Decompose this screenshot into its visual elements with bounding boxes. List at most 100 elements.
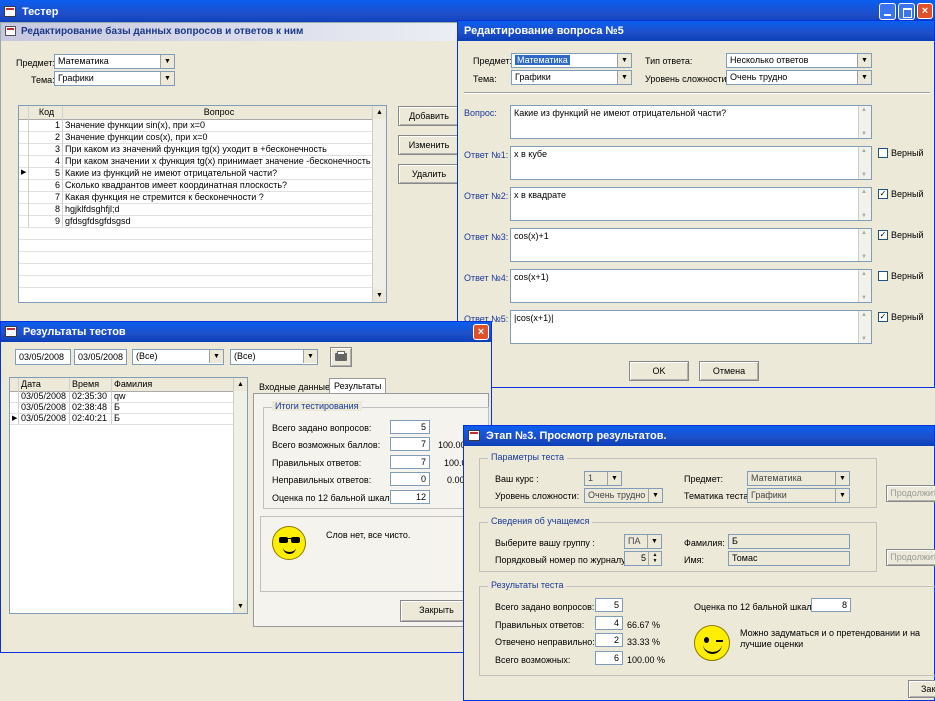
chevron-down-icon: ▼ bbox=[160, 55, 174, 68]
add-button[interactable]: Добавить bbox=[398, 106, 460, 126]
correct-checkbox[interactable]: ✓ bbox=[878, 189, 888, 199]
qd-topic-label: Тема: bbox=[473, 74, 497, 84]
print-button[interactable] bbox=[330, 347, 352, 367]
name-field[interactable]: Томас bbox=[728, 551, 850, 566]
answer-text-field[interactable]: x в кубе bbox=[510, 146, 872, 180]
table-row[interactable]: ▶ 03/05/2008 02:40:21 Б bbox=[10, 413, 234, 425]
memo-scrollbar[interactable] bbox=[858, 147, 871, 179]
answer-label: Ответ №4: bbox=[464, 273, 509, 283]
spin-icon[interactable]: ▲ ▼ bbox=[648, 552, 661, 565]
question-dialog-title-bar[interactable]: Редактирование вопроса №5 bbox=[458, 21, 934, 41]
editor-subject-select[interactable]: Математика ▼ bbox=[54, 54, 175, 69]
s3-topic-select[interactable]: Графики ▼ bbox=[747, 488, 850, 503]
delete-button[interactable]: Удалить bbox=[398, 164, 460, 184]
course-select[interactable]: 1 ▼ bbox=[584, 471, 622, 486]
cell-code: 4 bbox=[29, 155, 63, 167]
col-time-header[interactable]: Время bbox=[70, 378, 112, 391]
chevron-down-icon: ▼ bbox=[835, 489, 849, 502]
scroll-up-icon[interactable]: ▲ bbox=[234, 378, 247, 391]
answer-label: Ответ №1: bbox=[464, 150, 509, 160]
correct-checkbox[interactable] bbox=[878, 148, 888, 158]
correct-label: Верный bbox=[891, 189, 924, 199]
chevron-down-icon: ▼ bbox=[617, 54, 631, 67]
answer-text-field[interactable]: x в квадрате bbox=[510, 187, 872, 221]
row-indicator bbox=[19, 155, 29, 167]
scroll-down-icon[interactable]: ▼ bbox=[373, 289, 386, 302]
group-select[interactable]: ПА ▼ bbox=[624, 534, 662, 549]
col-question-header[interactable]: Вопрос bbox=[63, 106, 374, 119]
correct-checkbox[interactable]: ✓ bbox=[878, 312, 888, 322]
col-name-header[interactable]: Фамилия bbox=[112, 378, 234, 391]
row-indicator bbox=[19, 215, 29, 227]
col-code-header[interactable]: Код bbox=[29, 106, 63, 119]
stage3-title-bar[interactable]: Этап №3. Просмотр результатов. bbox=[464, 426, 934, 446]
results-scrollbar[interactable]: ▲ ▼ bbox=[233, 378, 247, 613]
filter1-select[interactable]: (Все) ▼ bbox=[132, 349, 224, 365]
number-stepper[interactable]: 5 ▲ ▼ bbox=[624, 551, 662, 566]
grid-scrollbar[interactable]: ▲ ▼ bbox=[372, 106, 386, 302]
editor-topic-select[interactable]: Графики ▼ bbox=[54, 71, 175, 86]
memo-scrollbar[interactable] bbox=[858, 311, 871, 343]
continue-button-2[interactable]: Продолжить bbox=[886, 549, 935, 566]
cancel-button[interactable]: Отмена bbox=[699, 361, 759, 381]
s3-possible-pct: 100.00 % bbox=[627, 655, 666, 665]
s3-subject-label: Предмет: bbox=[684, 474, 724, 484]
row-indicator bbox=[10, 391, 19, 402]
qd-answer-type-select[interactable]: Несколько ответов ▼ bbox=[726, 53, 872, 68]
date-from-field[interactable]: 03/05/2008 bbox=[15, 349, 71, 365]
chevron-down-icon: ▼ bbox=[835, 472, 849, 485]
s3-correct-field: 4 bbox=[595, 616, 623, 630]
date-to-field[interactable]: 03/05/2008 bbox=[74, 349, 127, 365]
main-close-icon[interactable]: × bbox=[917, 3, 933, 19]
memo-scrollbar[interactable] bbox=[858, 106, 871, 138]
answer-text-field[interactable]: cos(x)+1 bbox=[510, 228, 872, 262]
grade-field: 12 bbox=[390, 490, 430, 504]
questions-grid[interactable]: Код Вопрос 1 Значение функции sin(x), при… bbox=[18, 105, 387, 303]
qd-topic-select[interactable]: Графики ▼ bbox=[511, 70, 632, 85]
cell-date: 03/05/2008 bbox=[19, 413, 70, 424]
chevron-down-icon: ▼ bbox=[857, 71, 871, 84]
restore-icon[interactable] bbox=[898, 3, 915, 20]
group-label: Выберите вашу группу : bbox=[495, 538, 595, 548]
ok-button[interactable]: OK bbox=[629, 361, 689, 381]
results-grid[interactable]: Дата Время Фамилия 03/05/2008 02:35:30 qw 0… bbox=[9, 377, 248, 614]
continue-button-1[interactable]: Продолжить bbox=[886, 485, 935, 502]
app-icon bbox=[4, 6, 16, 17]
tab-results[interactable]: Результаты bbox=[329, 378, 387, 393]
answer-text-field[interactable]: cos(x+1) bbox=[510, 269, 872, 303]
results-grid-header: Дата Время Фамилия bbox=[10, 378, 234, 392]
chevron-down-icon: ▼ bbox=[648, 489, 662, 502]
qd-difficulty-select[interactable]: Очень трудно ▼ bbox=[726, 70, 872, 85]
row-pointer-icon: ▶ bbox=[19, 167, 29, 179]
row-indicator bbox=[19, 131, 29, 143]
scroll-down-icon[interactable]: ▼ bbox=[234, 600, 247, 613]
correct-checkbox[interactable] bbox=[878, 271, 888, 281]
results-title-bar[interactable]: Результаты тестов × bbox=[1, 322, 491, 342]
editor-title-bar[interactable]: Редактирование базы данных вопросов и от… bbox=[1, 23, 469, 41]
qd-question-text[interactable]: Какие из функций не имеют отрицательной … bbox=[510, 105, 872, 139]
memo-scrollbar[interactable] bbox=[858, 270, 871, 302]
qd-question-label: Вопрос: bbox=[464, 108, 497, 118]
surname-field[interactable]: Б bbox=[728, 534, 850, 549]
chevron-down-icon: ▼ bbox=[209, 350, 223, 363]
filter2-select[interactable]: (Все) ▼ bbox=[230, 349, 318, 365]
cell-question: gfdsgfdsgfdsgsd bbox=[63, 215, 374, 227]
s3-subject-select[interactable]: Математика ▼ bbox=[747, 471, 850, 486]
qd-subject-label: Предмет: bbox=[473, 56, 513, 66]
memo-scrollbar[interactable] bbox=[858, 188, 871, 220]
results-close-icon[interactable]: × bbox=[473, 324, 489, 340]
results-icon bbox=[5, 326, 17, 337]
edit-button[interactable]: Изменить bbox=[398, 135, 460, 155]
scroll-up-icon[interactable]: ▲ bbox=[373, 106, 386, 119]
s3-difficulty-select[interactable]: Очень трудно ▼ bbox=[584, 488, 663, 503]
answer-text: cos(x)+1 bbox=[514, 231, 549, 241]
chevron-down-icon: ▼ bbox=[857, 54, 871, 67]
qd-subject-select[interactable]: Математика ▼ bbox=[511, 53, 632, 68]
correct-checkbox[interactable]: ✓ bbox=[878, 230, 888, 240]
s3-close-button[interactable]: Зак bbox=[908, 680, 935, 698]
col-date-header[interactable]: Дата bbox=[19, 378, 70, 391]
answer-text-field[interactable]: |cos(x+1)| bbox=[510, 310, 872, 344]
minimize-icon[interactable] bbox=[879, 3, 896, 20]
memo-scrollbar[interactable] bbox=[858, 229, 871, 261]
cell-time: 02:40:21 bbox=[70, 413, 112, 424]
